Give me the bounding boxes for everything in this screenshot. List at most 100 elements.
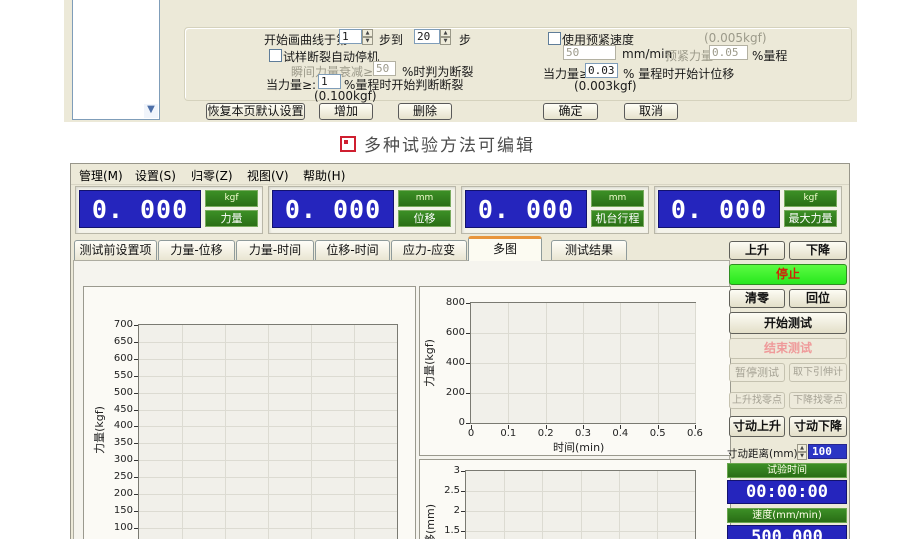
ytick-mark — [134, 477, 138, 478]
ytick-label: 200 — [97, 488, 133, 499]
ytick-label: 150 — [97, 505, 133, 516]
start-test-button[interactable]: 开始测试 — [729, 312, 847, 334]
tab-multi-graph[interactable]: 多图 — [468, 236, 542, 261]
ok-button[interactable]: 确定 — [543, 103, 598, 120]
caption-text: 多种试验方法可编辑 — [364, 131, 535, 156]
tab-force-displacement[interactable]: 力量-位移 — [158, 240, 235, 260]
decay-input[interactable] — [373, 61, 396, 76]
down-find-zero-button[interactable]: 下降找零点 — [789, 392, 847, 409]
clear-button[interactable]: 清零 — [729, 289, 785, 308]
ytick-mark — [134, 528, 138, 529]
grid-v — [581, 471, 582, 539]
chart-displacement-time: 32.521.5 位移(mm) — [419, 459, 731, 539]
xtick-label: 0.1 — [493, 428, 523, 439]
spinner-down-icon[interactable]: ▼ — [362, 37, 373, 45]
grid-v — [268, 325, 269, 539]
y-axis-label: 力量(kgf) — [421, 313, 437, 413]
up-find-zero-button[interactable]: 上升找零点 — [729, 392, 785, 409]
add-button[interactable]: 增加 — [319, 103, 373, 120]
y-axis-label: 位移(mm) — [422, 480, 438, 539]
cancel-button[interactable]: 取消 — [624, 103, 678, 120]
ytick-label: 100 — [97, 522, 133, 533]
jog-up-button[interactable]: 寸动上升 — [729, 416, 785, 437]
ytick-mark — [461, 491, 465, 492]
jog-distance-spinner[interactable]: ▲▼ — [797, 444, 807, 460]
ytick-mark — [134, 410, 138, 411]
step-listbox[interactable]: ▼ — [72, 0, 160, 120]
displacement-value: 0. 000 — [272, 190, 394, 228]
spinner-down-icon[interactable]: ▼ — [440, 37, 451, 45]
xtick-mark — [471, 425, 472, 429]
tab-force-time[interactable]: 力量-时间 — [236, 240, 314, 260]
main-window: 管理(M) 设置(S) 归零(Z) 视图(V) 帮助(H) 0. 000 kgf… — [70, 163, 850, 539]
curve-from-spinner[interactable]: ▲▼ — [362, 29, 373, 45]
up-button[interactable]: 上升 — [729, 241, 785, 260]
grid-h — [139, 494, 397, 495]
stroke-label: 机台行程 — [591, 210, 644, 227]
menu-view[interactable]: 视图(V) — [247, 167, 289, 184]
disp-start-input[interactable] — [585, 63, 618, 78]
scroll-down-button[interactable]: ▼ — [144, 104, 158, 118]
force-value: 0. 000 — [79, 190, 201, 228]
max-force-unit: kgf — [784, 190, 837, 207]
menu-settings[interactable]: 设置(S) — [135, 167, 176, 184]
ytick-label: 800 — [429, 297, 465, 308]
delete-button[interactable]: 删除 — [398, 103, 452, 120]
grid-h — [471, 393, 695, 394]
ytick-mark — [134, 511, 138, 512]
tab-pretest-settings[interactable]: 测试前设置项 — [74, 240, 157, 260]
curve-from-input[interactable] — [339, 29, 362, 44]
menu-zero[interactable]: 归零(Z) — [191, 167, 233, 184]
grid-v — [504, 471, 505, 539]
grid-v — [182, 325, 183, 539]
page-root: ▼ 开始画曲线于第 ▲▼ 步到 ▲▼ 步 试样断裂自动停机 瞬间力量衰减≥: %… — [0, 0, 920, 539]
stroke-unit: mm — [591, 190, 644, 207]
test-time-header: 试验时间 — [727, 463, 847, 478]
ytick-label: 0 — [429, 417, 465, 428]
tab-test-results[interactable]: 测试结果 — [551, 240, 627, 260]
tab-stress-strain[interactable]: 应力-应变 — [391, 240, 467, 260]
end-test-button[interactable]: 结束测试 — [729, 338, 847, 359]
spinner-up-icon[interactable]: ▲ — [797, 444, 807, 452]
pretension-checkbox[interactable] — [548, 32, 561, 45]
grid-v — [311, 325, 312, 539]
jog-distance-input[interactable]: 100 — [808, 444, 847, 459]
spinner-up-icon[interactable]: ▲ — [440, 29, 451, 37]
grid-v — [542, 471, 543, 539]
spinner-up-icon[interactable]: ▲ — [362, 29, 373, 37]
ytick-mark — [461, 511, 465, 512]
pretension-force-input[interactable] — [709, 45, 748, 60]
tab-displacement-time[interactable]: 位移-时间 — [315, 240, 390, 260]
menu-help[interactable]: 帮助(H) — [303, 167, 345, 184]
down-button[interactable]: 下降 — [789, 241, 847, 260]
spinner-down-icon[interactable]: ▼ — [797, 452, 807, 460]
grid-h — [139, 460, 397, 461]
curve-to-spinner[interactable]: ▲▼ — [440, 29, 451, 45]
auto-stop-checkbox[interactable] — [269, 49, 282, 62]
chart-force-time: 800600400200000.10.20.30.40.50.6 力量(kgf)… — [419, 286, 731, 456]
display-max-force: 0. 000 kgf 最大力量 — [654, 186, 842, 234]
break-force-input[interactable] — [318, 74, 341, 89]
xtick-mark — [583, 425, 584, 429]
xtick-mark — [620, 425, 621, 429]
xtick-label: 0.2 — [531, 428, 561, 439]
test-time-display: 00:00:00 — [727, 480, 847, 504]
displacement-unit: mm — [398, 190, 451, 207]
return-button[interactable]: 回位 — [789, 289, 847, 308]
remove-extensometer-button[interactable]: 取下引伸计 — [789, 363, 847, 382]
xtick-mark — [508, 425, 509, 429]
ytick-mark — [134, 325, 138, 326]
pause-test-button[interactable]: 暂停测试 — [729, 363, 785, 382]
jog-down-button[interactable]: 寸动下降 — [789, 416, 847, 437]
menu-manage[interactable]: 管理(M) — [79, 167, 123, 184]
force-unit: kgf — [205, 190, 258, 207]
grid-h — [139, 443, 397, 444]
ytick-label: 600 — [97, 353, 133, 364]
stop-button[interactable]: 停止 — [729, 264, 847, 285]
ytick-mark — [134, 393, 138, 394]
restore-defaults-button[interactable]: 恢复本页默认设置 — [206, 103, 305, 120]
display-stroke: 0. 000 mm 机台行程 — [461, 186, 649, 234]
pretension-speed-input[interactable] — [563, 45, 616, 60]
curve-to-input[interactable] — [414, 29, 440, 44]
grid-v — [354, 325, 355, 539]
